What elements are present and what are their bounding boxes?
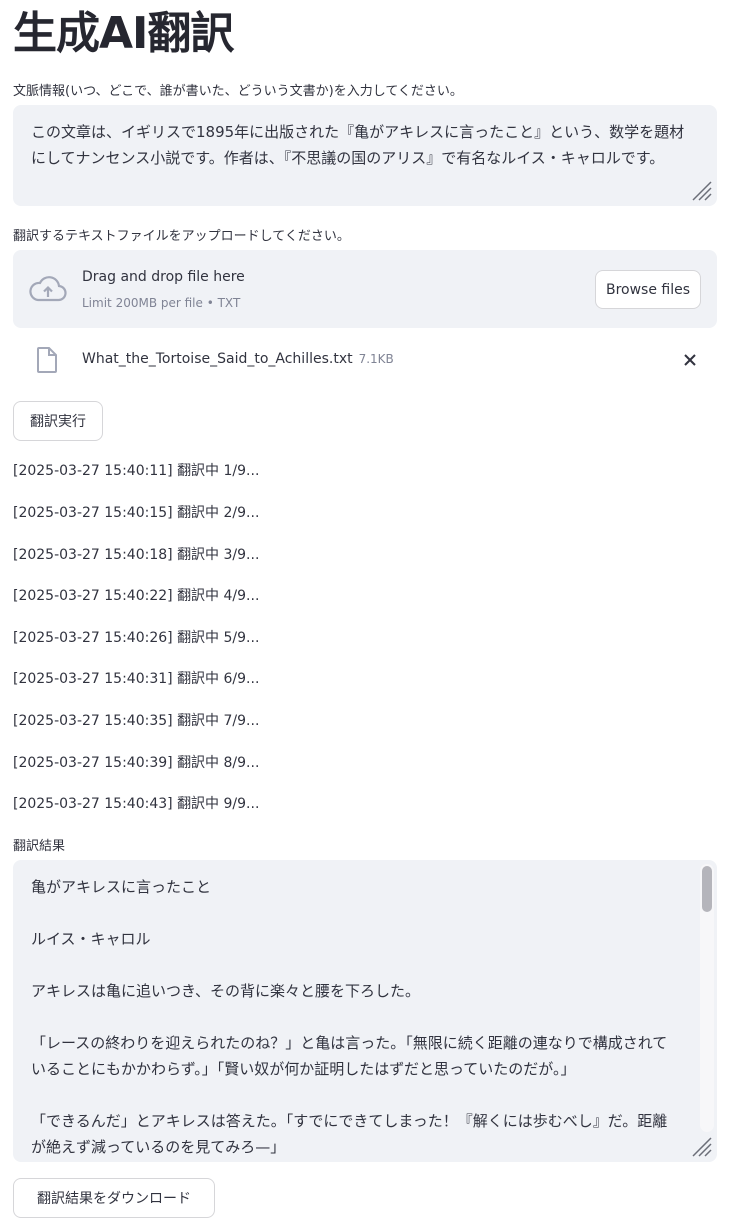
- log-line: [2025-03-27 15:40:22] 翻訳中 4/9...: [13, 588, 260, 604]
- file-dropzone[interactable]: Drag and drop file here Limit 200MB per …: [13, 250, 717, 328]
- log-line: [2025-03-27 15:40:31] 翻訳中 6/9...: [13, 671, 260, 687]
- result-textarea[interactable]: 亀がアキレスに言ったこと ルイス・キャロル アキレスは亀に追いつき、その背に楽々…: [13, 860, 717, 1162]
- run-translation-button[interactable]: 翻訳実行: [13, 401, 103, 441]
- close-icon[interactable]: [681, 351, 699, 369]
- resize-grip-icon[interactable]: [689, 1134, 713, 1158]
- scrollbar-thumb[interactable]: [702, 866, 712, 912]
- context-textarea[interactable]: この文章は、イギリスで1895年に出版された『亀がアキレスに言ったこと』という、…: [13, 105, 717, 206]
- file-name: What_the_Tortoise_Said_to_Achilles.txt: [82, 351, 353, 367]
- result-text: 亀がアキレスに言ったこと ルイス・キャロル アキレスは亀に追いつき、その背に楽々…: [31, 878, 668, 1156]
- uploaded-file-row: What_the_Tortoise_Said_to_Achilles.txt 7.…: [13, 340, 717, 380]
- log-line: [2025-03-27 15:40:35] 翻訳中 7/9...: [13, 713, 260, 729]
- drag-drop-text: Drag and drop file here: [82, 269, 245, 285]
- file-size: 7.1KB: [358, 352, 394, 366]
- download-result-button[interactable]: 翻訳結果をダウンロード: [13, 1178, 215, 1218]
- context-label: 文脈情報(いつ、どこで、誰が書いた、どういう文書か)を入力してください。: [13, 84, 463, 99]
- log-line: [2025-03-27 15:40:43] 翻訳中 9/9...: [13, 796, 260, 812]
- resize-grip-icon[interactable]: [689, 178, 713, 202]
- log-line: [2025-03-27 15:40:18] 翻訳中 3/9...: [13, 547, 260, 563]
- result-scrollbar[interactable]: [700, 864, 714, 1132]
- page-title: 生成AI翻訳: [13, 8, 234, 59]
- upload-label: 翻訳するテキストファイルをアップロードしてください。: [13, 229, 350, 244]
- browse-files-button[interactable]: Browse files: [595, 270, 701, 309]
- result-label: 翻訳結果: [13, 839, 66, 854]
- log-line: [2025-03-27 15:40:15] 翻訳中 2/9...: [13, 505, 260, 521]
- upload-limit-text: Limit 200MB per file • TXT: [82, 296, 241, 310]
- context-text: この文章は、イギリスで1895年に出版された『亀がアキレスに言ったこと』という、…: [31, 123, 685, 167]
- file-icon: [37, 347, 57, 373]
- log-line: [2025-03-27 15:40:39] 翻訳中 8/9...: [13, 755, 260, 771]
- log-line: [2025-03-27 15:40:26] 翻訳中 5/9...: [13, 630, 260, 646]
- cloud-upload-icon: [29, 276, 67, 302]
- log-line: [2025-03-27 15:40:11] 翻訳中 1/9...: [13, 463, 260, 479]
